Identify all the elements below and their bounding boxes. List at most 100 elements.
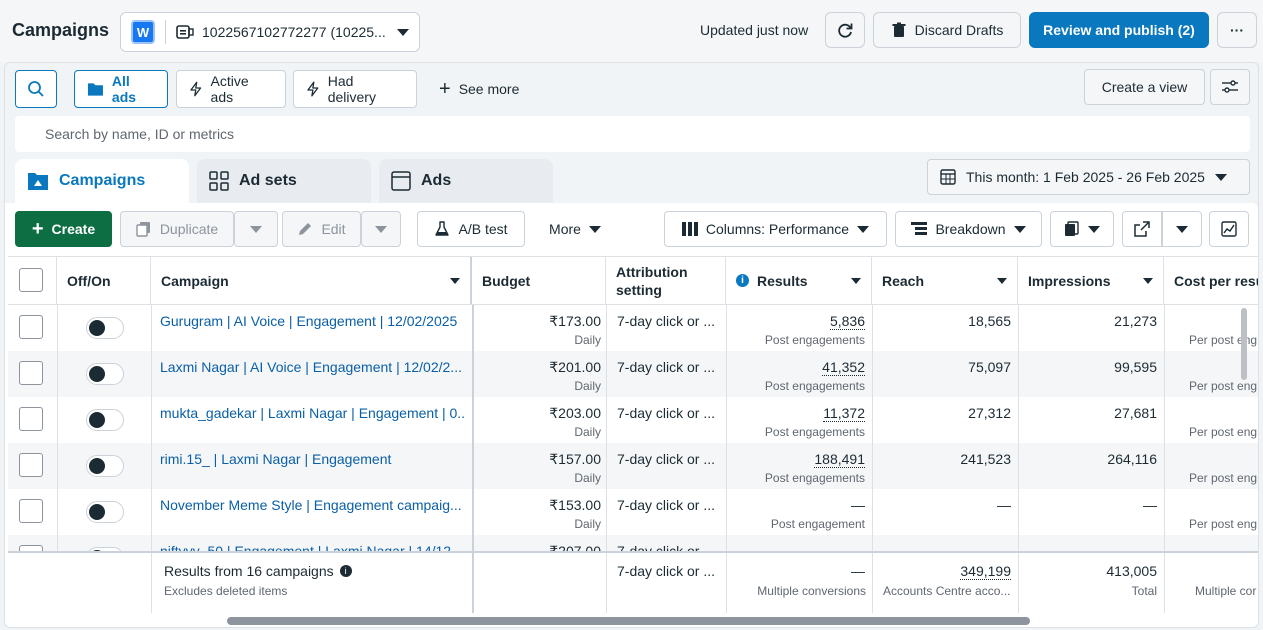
results-value[interactable]: — [851, 497, 865, 513]
header-off-on[interactable]: Off/On [57, 257, 151, 304]
export-icon [1134, 221, 1150, 237]
table-header: Off/On Campaign Budget Attribution setti… [8, 256, 1258, 305]
header-campaign[interactable]: Campaign [151, 257, 472, 304]
chevron-down-icon [1013, 225, 1026, 233]
create-view-label: Create a view [1101, 79, 1188, 95]
campaign-toggle[interactable] [86, 363, 124, 385]
export-button[interactable] [1122, 211, 1162, 247]
table-row[interactable]: Laxmi Nagar | AI Voice | Engagement | 12… [8, 351, 1258, 397]
see-more-filters[interactable]: + See more [427, 70, 537, 108]
table-row[interactable]: Gurugram | AI Voice | Engagement | 12/02… [8, 305, 1258, 351]
header-budget[interactable]: Budget [472, 257, 606, 304]
campaign-toggle[interactable] [86, 409, 124, 431]
divider [57, 351, 58, 397]
lightning-icon [190, 81, 202, 97]
row-checkbox[interactable] [19, 499, 43, 523]
create-button[interactable]: + Create [15, 211, 112, 247]
info-icon[interactable]: i [736, 274, 749, 287]
export-dropdown[interactable] [1162, 211, 1202, 247]
cost-type: Per post eng [1189, 379, 1258, 393]
results-value[interactable]: 11,372 [823, 405, 865, 422]
row-checkbox[interactable] [19, 315, 43, 339]
search-input[interactable]: Search by name, ID or metrics [15, 116, 1250, 152]
trash-icon [892, 22, 906, 37]
tab-campaigns[interactable]: Campaigns [15, 159, 189, 203]
summary-results: — [851, 563, 865, 579]
header-results[interactable]: i Results [726, 257, 872, 304]
summary-reach-type: Accounts Centre acco... [883, 584, 1011, 598]
results-value[interactable]: 188,491 [814, 451, 865, 468]
row-checkbox[interactable] [19, 453, 43, 477]
table-row[interactable]: rimi.15_ | Laxmi Nagar | Engagement ₹157.… [8, 443, 1258, 489]
divider [151, 305, 152, 351]
columns-selector[interactable]: Columns: Performance [664, 211, 887, 247]
reports-button[interactable] [1050, 211, 1114, 247]
account-badge: W [131, 20, 155, 44]
header-attribution[interactable]: Attribution setting [606, 257, 726, 304]
duplicate-dropdown[interactable] [234, 211, 278, 247]
duplicate-button[interactable]: Duplicate [120, 211, 234, 247]
results-value[interactable]: 5,836 [829, 313, 865, 330]
row-checkbox[interactable] [19, 361, 43, 385]
divider [1164, 553, 1165, 613]
table-row[interactable]: November Meme Style | Engagement campaig… [8, 489, 1258, 535]
row-checkbox[interactable] [19, 407, 43, 431]
info-icon[interactable]: i [339, 565, 352, 577]
budget-value[interactable]: ₹157.00 [474, 451, 601, 468]
see-more-label: See more [458, 81, 520, 97]
campaign-name-link[interactable]: November Meme Style | Engagement campaig… [160, 497, 465, 513]
sliders-icon [1222, 80, 1238, 93]
results-value[interactable]: 41,352 [822, 359, 865, 376]
campaign-name-link[interactable]: Laxmi Nagar | AI Voice | Engagement | 12… [160, 359, 465, 375]
lightning-icon [307, 81, 319, 97]
create-label: Create [51, 221, 96, 237]
campaign-toggle[interactable] [86, 317, 124, 339]
more-options-button[interactable]: ··· [1217, 12, 1257, 48]
more-actions-button[interactable]: More [535, 211, 615, 247]
charts-button[interactable] [1209, 211, 1249, 247]
create-view-button[interactable]: Create a view [1084, 69, 1205, 105]
vertical-scrollbar[interactable] [1241, 308, 1247, 380]
date-range-picker[interactable]: This month: 1 Feb 2025 - 26 Feb 2025 [927, 159, 1250, 195]
horizontal-scrollbar[interactable] [227, 617, 1030, 625]
campaign-name-link[interactable]: mukta_gadekar | Laxmi Nagar | Engagement… [160, 405, 465, 421]
budget-value[interactable]: ₹201.00 [474, 359, 601, 376]
tab-ads[interactable]: Ads [379, 159, 553, 203]
filter-all-ads[interactable]: All ads [74, 70, 168, 108]
header-cost-per-result[interactable]: Cost per resu [1164, 257, 1258, 304]
filter-active-ads[interactable]: Active ads [176, 70, 286, 108]
header-reach[interactable]: Reach [872, 257, 1018, 304]
review-publish-button[interactable]: Review and publish (2) [1029, 12, 1209, 48]
tab-ad-sets[interactable]: Ad sets [197, 159, 371, 203]
divider [165, 20, 166, 44]
chart-icon [1221, 221, 1237, 237]
budget-type: Daily [574, 425, 601, 439]
campaign-toggle[interactable] [86, 501, 124, 523]
view-settings-button[interactable] [1210, 69, 1250, 105]
account-selector[interactable]: W 1022567102772277 (10225... [120, 12, 420, 52]
budget-value[interactable]: ₹203.00 [474, 405, 601, 422]
breakdown-selector[interactable]: Breakdown [895, 211, 1042, 247]
header-select-all[interactable] [8, 257, 57, 304]
summary-note: Excludes deleted items [164, 584, 288, 598]
filter-had-delivery[interactable]: Had delivery [293, 70, 417, 108]
summary-reach-value[interactable]: 349,199 [960, 563, 1011, 580]
campaign-toggle[interactable] [86, 455, 124, 477]
edit-button[interactable]: Edit [282, 211, 361, 247]
ab-test-button[interactable]: A/B test [417, 211, 525, 247]
header-impressions[interactable]: Impressions [1018, 257, 1164, 304]
divider [1164, 443, 1165, 489]
search-toggle-button[interactable] [15, 70, 57, 108]
refresh-button[interactable] [825, 12, 865, 48]
budget-value[interactable]: ₹153.00 [474, 497, 601, 514]
discard-drafts-button[interactable]: Discard Drafts [873, 12, 1021, 48]
campaign-name-link[interactable]: rimi.15_ | Laxmi Nagar | Engagement [160, 451, 465, 467]
table-row[interactable]: mukta_gadekar | Laxmi Nagar | Engagement… [8, 397, 1258, 443]
header-impressions-label: Impressions [1028, 272, 1111, 289]
budget-value[interactable]: ₹173.00 [474, 313, 601, 330]
select-all-checkbox[interactable] [19, 268, 43, 292]
edit-dropdown[interactable] [361, 211, 401, 247]
divider [57, 305, 58, 351]
campaign-name-link[interactable]: Gurugram | AI Voice | Engagement | 12/02… [160, 313, 465, 329]
plus-icon: + [31, 218, 44, 240]
